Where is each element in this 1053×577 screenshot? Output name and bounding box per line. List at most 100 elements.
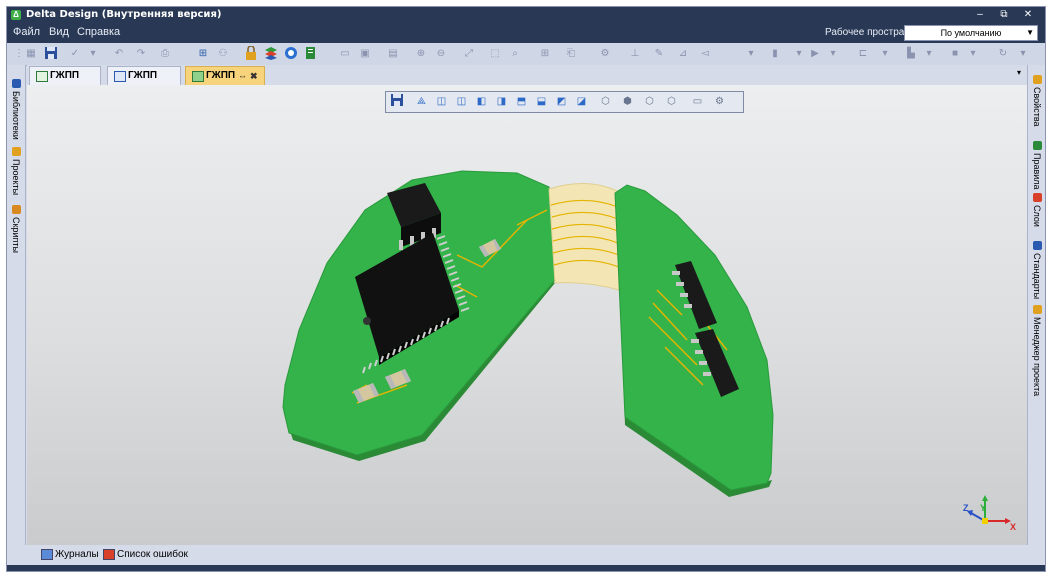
component-icon[interactable]: ⊞ [195, 46, 211, 62]
dropdown-icon[interactable]: ▾ [743, 46, 759, 62]
panel-tab-scripts[interactable]: Скрипты [7, 205, 25, 253]
app-window: Δ Delta Design (Внутренняя версия) – ⧉ ✕… [6, 6, 1046, 572]
save-all-icon[interactable]: ▦ [23, 46, 39, 62]
paste-icon[interactable]: ⎗ [563, 46, 579, 62]
panel-label: Правила [1032, 153, 1042, 190]
axis-y-label: Y [980, 503, 987, 513]
maximize-button[interactable]: ⧉ [993, 8, 1015, 22]
panel-label: Свойства [1032, 87, 1042, 127]
arrow-icon[interactable]: ◅ [697, 46, 713, 62]
tab-document-1[interactable]: ГЖПП [29, 66, 101, 85]
bottom-panel-bar: Журналы Список ошибок [27, 545, 1027, 565]
dropdown-icon[interactable]: ▾ [921, 46, 937, 62]
workspace-select[interactable]: По умолчанию ▼ [904, 25, 1038, 41]
properties-icon [1032, 75, 1042, 84]
board-3d-icon [192, 71, 204, 82]
error-list-icon [103, 548, 115, 560]
check-icon[interactable]: ✓ [67, 46, 83, 62]
tab-close-icon[interactable]: ✖ [250, 67, 258, 85]
zoom-fit-icon[interactable]: ⤢ [461, 46, 477, 62]
panel-label: Скрипты [11, 217, 21, 253]
panel-label: Библиотеки [11, 91, 21, 140]
frame-alt-icon[interactable]: ▣ [357, 46, 373, 62]
panel-tab-properties[interactable]: Свойства [1028, 75, 1045, 127]
menu-file[interactable]: Файл [13, 26, 40, 38]
bar-chart-icon[interactable]: ▮ [767, 46, 783, 62]
panel-label: Список ошибок [117, 549, 188, 560]
dropdown-icon[interactable]: ▾ [965, 46, 981, 62]
dropdown-icon[interactable]: ▾ [825, 46, 841, 62]
close-button[interactable]: ✕ [1017, 8, 1039, 22]
left-panel-bar: Библиотеки Проекты Скрипты [7, 65, 26, 545]
route-icon[interactable] [283, 46, 299, 62]
axis-z-label: Z [963, 503, 969, 513]
rules-icon [1032, 141, 1042, 150]
zoom-area-icon[interactable]: ⬚ [487, 46, 503, 62]
panel-label: Журналы [55, 549, 99, 560]
undo-icon[interactable]: ↶ [111, 46, 127, 62]
minimize-button[interactable]: – [969, 8, 991, 22]
export-icon[interactable] [303, 46, 319, 62]
3d-viewport[interactable]: ⟁ ◫ ◫ ◧ ◨ ⬒ ⬓ ◩ ◪ ⬡ ⬢ ⬡ ⬡ ▭ ⚙ Y X Z [27, 85, 1027, 545]
right-panel-bar: Свойства Правила Слои Стандарты Менеджер… [1027, 65, 1045, 545]
layers-icon[interactable] [263, 46, 279, 62]
library-icon [11, 79, 21, 88]
dropdown-icon[interactable]: ▾ [1015, 46, 1031, 62]
stamp-icon[interactable]: ⊥ [627, 46, 643, 62]
zoom-in-icon[interactable]: ⊕ [413, 46, 429, 62]
print-icon[interactable]: ⎙ [157, 46, 173, 62]
workspace-value: По умолчанию [940, 28, 1002, 38]
panel-tab-logs[interactable]: Журналы [41, 548, 99, 562]
panel-tab-errors[interactable]: Список ошибок [103, 548, 188, 562]
tab-document-3d[interactable]: ГЖПП ⇔ ✖ [185, 66, 265, 85]
chip-icon[interactable]: ■ [947, 46, 963, 62]
document-icon[interactable]: ▤ [385, 46, 401, 62]
right-board [614, 184, 774, 491]
app-logo-icon: Δ [11, 10, 21, 20]
tab-label: ГЖПП [50, 70, 80, 81]
panel-tab-rules[interactable]: Правила [1028, 141, 1045, 190]
axis-x-label: X [1010, 522, 1017, 532]
zoom-out-icon[interactable]: ⊖ [433, 46, 449, 62]
zoom-select-icon[interactable]: ⌕ [507, 46, 523, 62]
save-icon[interactable] [43, 46, 59, 62]
grid-icon[interactable]: ⊞ [537, 46, 553, 62]
panel-label: Проекты [11, 159, 21, 196]
frame-icon[interactable]: ▭ [337, 46, 353, 62]
lock-icon[interactable] [243, 45, 259, 62]
play-icon[interactable]: ▶ [807, 46, 823, 62]
dropdown-icon[interactable]: ▾ [791, 46, 807, 62]
binoculars-icon[interactable]: ⚇ [215, 46, 231, 62]
refresh-icon[interactable]: ↻ [995, 46, 1011, 62]
measure-icon[interactable]: ⊿ [675, 46, 691, 62]
bracket-icon[interactable]: ⊏ [855, 46, 871, 62]
pcb-3d-scene [282, 170, 1011, 524]
panel-tab-project-manager[interactable]: Менеджер проекта [1028, 305, 1045, 397]
tab-document-2[interactable]: ГЖПП [107, 66, 181, 85]
component-alt-icon[interactable]: ▙ [903, 46, 919, 62]
menu-bar: Файл Вид Справка Рабочее пространство По… [7, 23, 1045, 43]
panel-tab-standards[interactable]: Стандарты [1028, 241, 1045, 300]
pin-icon[interactable]: ⇔ [238, 67, 247, 85]
pen-icon[interactable]: ✎ [651, 46, 667, 62]
panel-tab-layers[interactable]: Слои [1028, 193, 1045, 227]
dropdown-icon[interactable]: ▾ [877, 46, 893, 62]
window-title: Delta Design (Внутренняя версия) [26, 9, 222, 20]
panel-tab-libraries[interactable]: Библиотеки [7, 79, 25, 140]
tab-label: ГЖПП [206, 70, 236, 81]
dropdown-icon[interactable]: ▾ [85, 46, 101, 62]
gear-icon [1032, 241, 1042, 250]
redo-icon[interactable]: ↷ [133, 46, 149, 62]
log-icon [41, 548, 53, 560]
panel-label: Менеджер проекта [1032, 317, 1042, 397]
panel-label: Слои [1032, 205, 1042, 227]
menu-view[interactable]: Вид [49, 26, 69, 38]
settings-icon[interactable]: ⚙ [597, 46, 613, 62]
panel-label: Стандарты [1032, 253, 1042, 300]
project-manager-icon [1032, 305, 1042, 314]
tab-list-chevron-icon[interactable]: ▾ [1017, 68, 1021, 77]
pcb-icon [114, 71, 126, 82]
project-icon [11, 147, 21, 156]
menu-help[interactable]: Справка [77, 26, 120, 38]
panel-tab-projects[interactable]: Проекты [7, 147, 25, 195]
